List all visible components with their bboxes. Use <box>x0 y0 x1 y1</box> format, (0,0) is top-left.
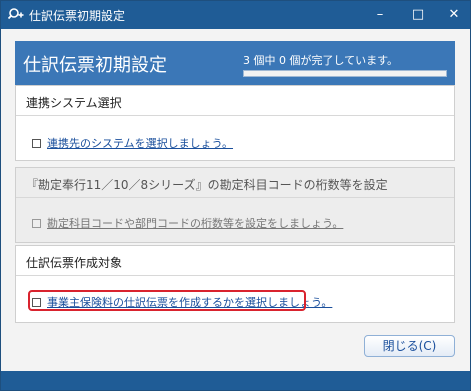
task-link: 勘定科目コードや部門コードの桁数等を設定をしましょう。 <box>47 217 344 230</box>
section-journal-target: 仕訳伝票作成対象 事業主保険料の仕訳伝票を作成するかを選択しましょう。 <box>15 245 455 323</box>
maximize-button[interactable]: □ <box>405 4 431 26</box>
section-header: 仕訳伝票作成対象 <box>16 246 454 276</box>
task-checkbox <box>32 218 41 228</box>
minimize-button[interactable]: – <box>367 4 393 26</box>
task-item[interactable]: 連携先のシステムを選択しましょう。 <box>32 135 233 151</box>
search-plus-icon <box>8 8 24 20</box>
title-bar: 仕訳伝票初期設定 – □ ✕ <box>1 1 470 29</box>
section-title: 『勘定奉行11／10／8シリーズ』の勘定科目コードの桁数等を設定 <box>26 178 388 192</box>
header-banner: 仕訳伝票初期設定 3 個中 0 個が完了しています。 <box>15 41 455 85</box>
section-system-select: 連携システム選択 連携先のシステムを選択しましょう。 <box>15 85 455 161</box>
task-checkbox[interactable] <box>32 138 41 148</box>
section-account-code-digits: 『勘定奉行11／10／8シリーズ』の勘定科目コードの桁数等を設定 勘定科目コード… <box>15 167 455 243</box>
section-header: 連携システム選択 <box>16 86 454 116</box>
section-title: 連携システム選択 <box>26 96 122 110</box>
progress-bar <box>243 70 447 77</box>
task-link[interactable]: 連携先のシステムを選択しましょう。 <box>47 135 233 151</box>
task-item: 勘定科目コードや部門コードの桁数等を設定をしましょう。 <box>32 215 343 231</box>
page-title: 仕訳伝票初期設定 <box>23 55 167 76</box>
section-header: 『勘定奉行11／10／8シリーズ』の勘定科目コードの桁数等を設定 <box>16 168 454 198</box>
close-button[interactable]: 閉じる(C) <box>364 335 455 357</box>
window-title: 仕訳伝票初期設定 <box>29 9 126 23</box>
setup-window: 仕訳伝票初期設定 – □ ✕ 仕訳伝票初期設定 3 個中 0 個が完了しています… <box>0 0 471 391</box>
section-title: 仕訳伝票作成対象 <box>26 256 123 270</box>
status-bar <box>1 371 470 390</box>
close-window-button[interactable]: ✕ <box>441 4 467 26</box>
highlight-frame <box>28 290 306 311</box>
progress-status-text: 3 個中 0 個が完了しています。 <box>243 54 399 67</box>
